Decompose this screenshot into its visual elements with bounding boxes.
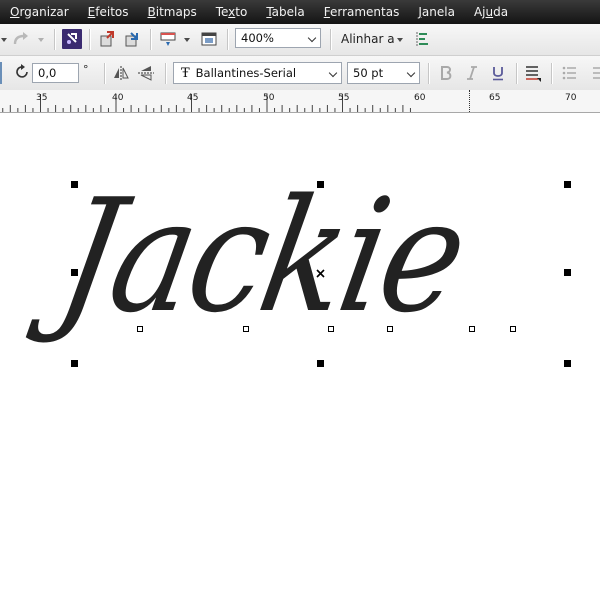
separator (428, 63, 429, 84)
ruler-ticks (2, 94, 411, 112)
ruler-label: 45 (187, 93, 199, 103)
italic-icon[interactable] (462, 63, 482, 83)
separator (551, 63, 552, 84)
selection-handle-bottom-left[interactable] (71, 360, 78, 367)
character-node[interactable] (510, 326, 516, 332)
zoom-level-value: 400% (241, 31, 274, 45)
ruler-label: 60 (414, 93, 426, 103)
character-node[interactable] (387, 326, 393, 332)
menu-bitmaps[interactable]: Bitmaps (138, 0, 206, 24)
welcome-screen-icon[interactable] (199, 29, 219, 49)
menu-ajuda[interactable]: Ajuda (464, 0, 517, 24)
launcher-dropdown-arrow[interactable] (184, 38, 190, 42)
chevron-down-icon (307, 33, 317, 43)
selection-center-icon[interactable] (316, 269, 325, 278)
font-name-value: Ballantines-Serial (195, 66, 297, 80)
rotation-angle-input[interactable]: 0,0 (32, 63, 79, 83)
underline-icon[interactable] (488, 63, 508, 83)
mirror-vertical-icon[interactable] (136, 63, 156, 83)
font-size-value: 50 pt (353, 66, 384, 80)
snap-to-dropdown-arrow[interactable] (397, 38, 403, 42)
separator (516, 63, 517, 84)
separator (330, 29, 331, 50)
rotate-icon (13, 62, 33, 82)
separator (165, 63, 166, 84)
chevron-down-icon (328, 68, 338, 78)
character-node[interactable] (137, 326, 143, 332)
numbered-list-icon[interactable] (585, 63, 600, 83)
font-size-combo[interactable]: 50 pt (347, 62, 420, 84)
selection-handle-bottom-right[interactable] (564, 360, 571, 367)
import-icon[interactable] (97, 29, 117, 49)
launcher-icon[interactable] (62, 29, 82, 49)
standard-toolbar: 400% Alinhar a (0, 24, 600, 56)
separator (150, 29, 151, 50)
text-alignment-icon[interactable] (523, 63, 543, 83)
menu-ferramentas[interactable]: Ferramentas (314, 0, 409, 24)
horizontal-ruler[interactable]: 35 40 45 50 55 60 65 70 (0, 90, 600, 113)
export-icon[interactable] (122, 29, 142, 49)
mirror-horizontal-icon[interactable] (111, 63, 131, 83)
ruler-label: 65 (489, 93, 501, 103)
application-launcher-icon[interactable] (158, 29, 178, 49)
artwork-text-object[interactable]: Jackie (47, 165, 477, 347)
alignment-guides-icon[interactable] (412, 29, 432, 49)
property-bar: 0,0 ° Ŧ Ballantines-Serial 50 pt (0, 56, 600, 91)
separator (89, 29, 90, 50)
undo-dropdown-arrow[interactable] (1, 38, 7, 42)
menu-organizar[interactable]: Organizar (0, 0, 78, 24)
truetype-font-icon: Ŧ (181, 65, 190, 81)
menu-bar: Organizar Efeitos Bitmaps Texto Tabela F… (0, 0, 600, 24)
character-node[interactable] (469, 326, 475, 332)
ruler-label: 55 (338, 93, 350, 103)
snap-to-label[interactable]: Alinhar a (341, 32, 395, 46)
ruler-label: 35 (36, 93, 48, 103)
rotation-angle-value: 0,0 (38, 66, 57, 80)
toolbar-grip (0, 62, 2, 84)
menu-efeitos[interactable]: Efeitos (78, 0, 138, 24)
separator (227, 29, 228, 50)
selection-handle-top-right[interactable] (564, 181, 571, 188)
redo-icon[interactable] (11, 29, 31, 49)
selection-handle-middle-right[interactable] (564, 269, 571, 276)
menu-janela[interactable]: Janela (408, 0, 464, 24)
bullet-list-icon[interactable] (559, 63, 579, 83)
menu-tabela[interactable]: Tabela (256, 0, 313, 24)
separator (54, 29, 55, 50)
drawing-canvas[interactable]: Jackie (0, 113, 600, 600)
ruler-label: 70 (565, 93, 577, 103)
character-node[interactable] (328, 326, 334, 332)
selection-handle-top-left[interactable] (71, 181, 78, 188)
ruler-label: 50 (263, 93, 275, 103)
selection-handle-middle-left[interactable] (71, 269, 78, 276)
ruler-cursor-marker (469, 90, 470, 112)
chevron-down-icon (406, 68, 416, 78)
rotation-degree-unit: ° (83, 63, 89, 76)
selection-handle-bottom-center[interactable] (317, 360, 324, 367)
bold-icon[interactable] (436, 63, 456, 83)
menu-texto[interactable]: Texto (206, 0, 257, 24)
zoom-level-combo[interactable]: 400% (235, 28, 321, 48)
ruler-label: 40 (112, 93, 124, 103)
selection-handle-top-center[interactable] (317, 181, 324, 188)
font-list-combo[interactable]: Ŧ Ballantines-Serial (173, 62, 342, 84)
separator (104, 63, 105, 84)
character-node[interactable] (243, 326, 249, 332)
redo-dropdown-arrow[interactable] (38, 38, 44, 42)
